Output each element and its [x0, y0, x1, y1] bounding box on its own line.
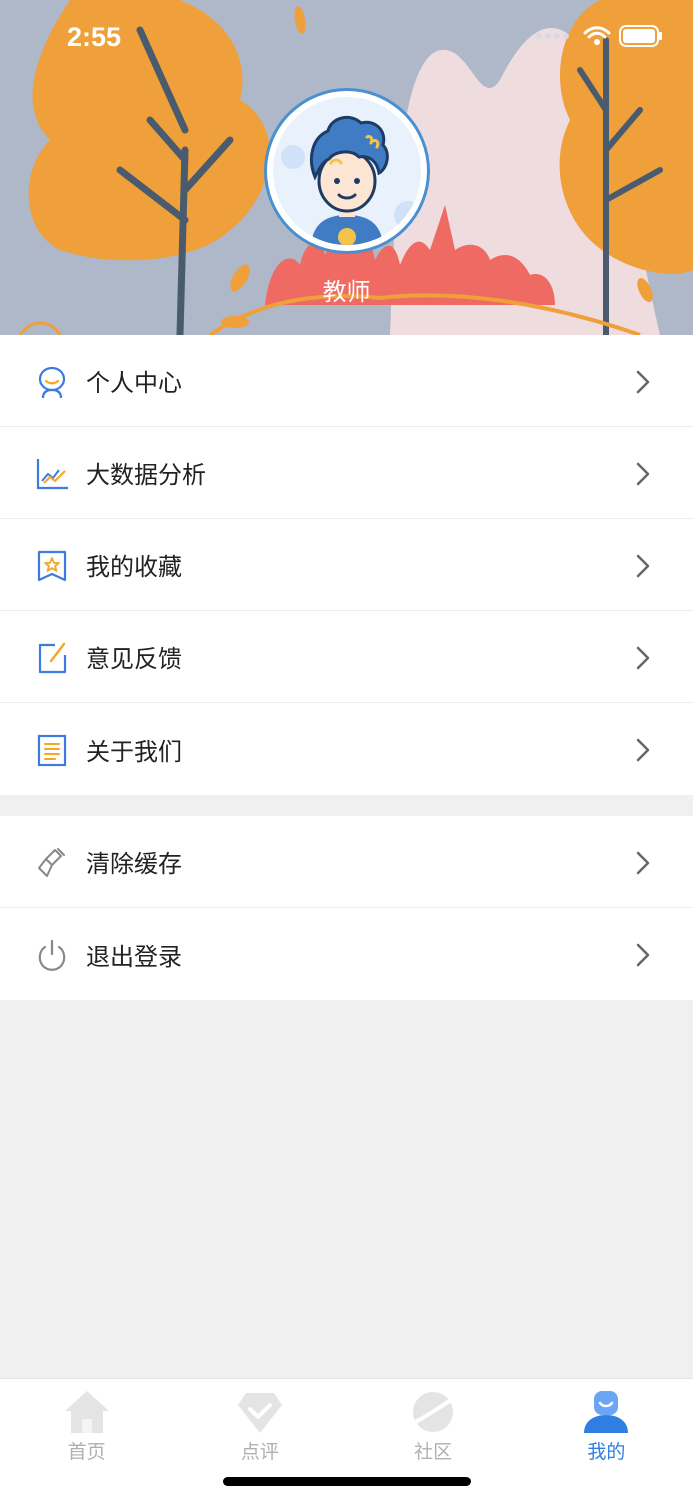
tab-mine[interactable]: 我的: [520, 1379, 693, 1500]
menu-label-favorites: 我的收藏: [86, 553, 182, 581]
diamond-check-icon: [237, 1393, 282, 1433]
chevron-right-icon: [636, 738, 650, 762]
status-time: 2:55: [67, 22, 122, 52]
chevron-right-icon: [636, 554, 650, 578]
menu-item-favorites[interactable]: 我的收藏: [0, 519, 693, 611]
tab-label-community: 社区: [414, 1441, 453, 1463]
teacher-avatar-icon: [281, 115, 421, 245]
chevron-right-icon: [636, 646, 650, 670]
planet-icon: [411, 1392, 456, 1432]
menu-label-personal-center: 个人中心: [86, 369, 182, 397]
tab-label-home: 首页: [67, 1441, 106, 1463]
chevron-right-icon: [636, 462, 650, 486]
bookmark-star-icon: [37, 550, 67, 582]
avatar[interactable]: [264, 88, 430, 254]
menu-label-big-data: 大数据分析: [86, 461, 206, 489]
brush-icon: [38, 848, 65, 877]
menu-label-feedback: 意见反馈: [86, 645, 182, 673]
status-icons: [535, 24, 663, 48]
menu-item-feedback[interactable]: 意见反馈: [0, 611, 693, 703]
tab-label-review: 点评: [240, 1441, 279, 1463]
menu-label-logout: 退出登录: [86, 942, 182, 971]
menu-item-personal-center[interactable]: 个人中心: [0, 335, 693, 427]
chevron-right-icon: [636, 943, 650, 967]
person-icon: [38, 366, 66, 399]
menu-group-main: 个人中心 大数据分析 我的收藏 意见反馈 关于我们: [0, 335, 693, 795]
menu-item-big-data[interactable]: 大数据分析: [0, 427, 693, 519]
home-indicator: [223, 1477, 471, 1486]
profile-header: 2:55 教师: [0, 0, 693, 335]
menu-item-about-us[interactable]: 关于我们: [0, 703, 693, 795]
menu-label-clear-cache: 清除缓存: [86, 850, 182, 878]
chart-icon: [36, 459, 68, 490]
chevron-right-icon: [636, 851, 650, 875]
menu-group-system: 清除缓存 退出登录: [0, 816, 693, 1000]
chevron-right-icon: [636, 370, 650, 394]
menu-label-about-us: 关于我们: [86, 737, 182, 766]
document-icon: [37, 734, 67, 767]
menu-item-logout[interactable]: 退出登录: [0, 908, 693, 1000]
menu-item-clear-cache[interactable]: 清除缓存: [0, 816, 693, 908]
signal-icon: [536, 33, 569, 39]
user-icon: [584, 1391, 629, 1433]
power-icon: [38, 939, 66, 971]
tab-home[interactable]: 首页: [0, 1379, 173, 1500]
battery-icon: [619, 25, 662, 47]
tab-label-mine: 我的: [587, 1441, 626, 1463]
home-icon: [64, 1391, 109, 1433]
wifi-icon: [583, 26, 611, 45]
edit-note-icon: [38, 642, 67, 674]
user-name: 教师: [322, 278, 371, 306]
